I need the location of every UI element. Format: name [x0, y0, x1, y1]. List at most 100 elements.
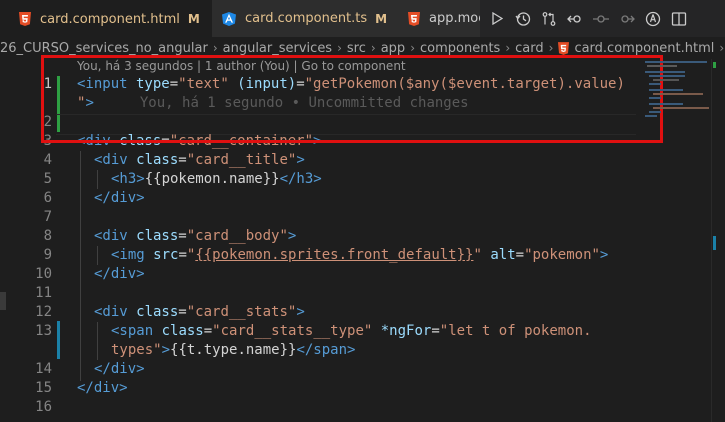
annotation-highlight-box — [41, 55, 663, 143]
breadcrumb-separator: › — [212, 41, 218, 55]
string-token: "card__title" — [186, 152, 297, 168]
string-token: "let t of pokemon. — [439, 323, 592, 339]
line-number: 4 — [43, 152, 52, 168]
tab-card-component-html[interactable]: card.component.html M × — [0, 0, 223, 37]
html5-icon — [558, 41, 570, 55]
tab-label: card.component.ts — [245, 11, 368, 26]
tag-token: </div> — [77, 380, 128, 396]
scrollbar-change-marker — [713, 236, 716, 250]
attr-token: class — [127, 228, 179, 244]
tab-label: app.moc — [429, 11, 480, 26]
step-forward-icon[interactable] — [614, 6, 640, 32]
code-line[interactable]: <div class="card__body"> — [94, 228, 296, 244]
attr-token: src — [144, 247, 179, 263]
line-number: 6 — [43, 190, 52, 206]
code-line[interactable]: <span class="card__stats__type" *ngFor="… — [111, 323, 592, 339]
string-token: "card__stats" — [186, 304, 297, 320]
line-number: 13 — [35, 323, 52, 339]
tab-label: card.component.html — [40, 11, 180, 27]
code-line[interactable]: <div class="card__title"> — [94, 152, 305, 168]
line-number: 16 — [35, 399, 52, 415]
breadcrumb-separator: › — [505, 41, 511, 55]
tag-token: <div — [94, 304, 128, 320]
editor-actions — [484, 0, 692, 37]
attr-token: class — [127, 304, 179, 320]
history-icon[interactable] — [510, 6, 536, 32]
attr-token: class — [127, 152, 179, 168]
tag-token: > — [287, 228, 297, 244]
code-line[interactable]: </div> — [94, 361, 145, 377]
interpolation-token: {{t.type.name}} — [170, 342, 297, 358]
indent-guide — [80, 151, 81, 381]
breadcrumb-item[interactable]: 26_CURSO_services_no_angular — [0, 41, 208, 56]
code-line[interactable]: <h3>{{pokemon.name}}</h3> — [111, 171, 322, 187]
equals-token: = — [178, 247, 187, 263]
interpolation-token: {{pokemon.name}} — [144, 171, 280, 187]
minimap[interactable] — [645, 59, 711, 179]
html5-icon — [19, 12, 31, 26]
breadcrumb-separator: › — [410, 41, 415, 55]
scrollbar-change-marker — [713, 62, 716, 68]
equals-token: = — [515, 247, 525, 263]
breadcrumb-separator: › — [370, 41, 376, 55]
string-token: "card__stats__type" — [212, 323, 373, 339]
editor-tab-bar: card.component.html M × card.component.t… — [0, 0, 725, 37]
modified-badge: M — [375, 11, 388, 26]
modified-badge: M — [187, 12, 200, 26]
indent-guide — [97, 322, 98, 360]
angular-badge-icon[interactable] — [640, 6, 666, 32]
line-number: 7 — [43, 209, 52, 225]
html5-icon — [408, 11, 420, 26]
sash-marker[interactable] — [0, 292, 6, 310]
string-token: "card__body" — [186, 228, 288, 244]
tag-token: <span — [111, 323, 154, 339]
step-icon[interactable] — [588, 6, 614, 32]
equals-token: = — [431, 323, 440, 339]
breadcrumb-item[interactable]: angular_services — [223, 41, 332, 56]
run-icon[interactable] — [484, 6, 510, 32]
tag-token: <img — [111, 247, 145, 263]
code-line[interactable]: <img src="{{pokemon.sprites.front_defaul… — [111, 247, 608, 263]
split-editor-icon[interactable] — [666, 6, 692, 32]
tag-token: </div> — [94, 190, 145, 206]
breadcrumb-item[interactable]: card.component.html — [574, 41, 714, 56]
attr-token: *ngFor — [372, 323, 432, 339]
attr-token: class — [153, 323, 204, 339]
tag-token: > — [161, 342, 171, 358]
indent-guide — [97, 170, 98, 189]
code-line[interactable]: types">{{t.type.name}}</span> — [111, 342, 355, 358]
tag-token: </div> — [94, 266, 145, 282]
code-line[interactable]: </div> — [94, 266, 145, 282]
minimap-preview-icon — [645, 61, 709, 117]
tag-token: </h3> — [279, 171, 322, 187]
breadcrumb-separator: › — [337, 41, 342, 55]
go-back-icon[interactable] — [562, 6, 588, 32]
breadcrumb-item[interactable]: card — [515, 41, 543, 56]
tab-app-moc[interactable]: app.moc — [396, 0, 480, 37]
string-token: " — [473, 247, 482, 263]
tag-token: > — [296, 304, 305, 320]
line-number: 12 — [35, 304, 52, 320]
tag-token: <div — [94, 152, 128, 168]
line-number: 10 — [35, 266, 52, 282]
line-number: 8 — [43, 228, 52, 244]
tag-token: > — [599, 247, 609, 263]
line-number: 14 — [35, 361, 52, 377]
code-line[interactable]: </div> — [94, 190, 145, 206]
breadcrumb-item[interactable]: app — [381, 41, 405, 56]
breadcrumb-item[interactable]: components — [420, 41, 500, 56]
code-line[interactable]: </div> — [77, 380, 128, 396]
compare-changes-icon[interactable] — [536, 6, 562, 32]
equals-token: = — [178, 152, 187, 168]
tab-card-component-ts[interactable]: card.component.ts M — [212, 0, 396, 37]
breadcrumb-separator: › — [548, 41, 554, 55]
indent-guide — [97, 246, 98, 265]
line-number: 11 — [35, 285, 52, 301]
line-number: 9 — [43, 247, 52, 263]
breadcrumb-item[interactable]: src — [347, 41, 366, 56]
equals-token: = — [178, 228, 187, 244]
equals-token: = — [203, 323, 213, 339]
modified-line-gutter-marker[interactable] — [57, 321, 60, 359]
code-line[interactable]: <div class="card__stats"> — [94, 304, 305, 320]
attr-token: alt — [481, 247, 516, 263]
